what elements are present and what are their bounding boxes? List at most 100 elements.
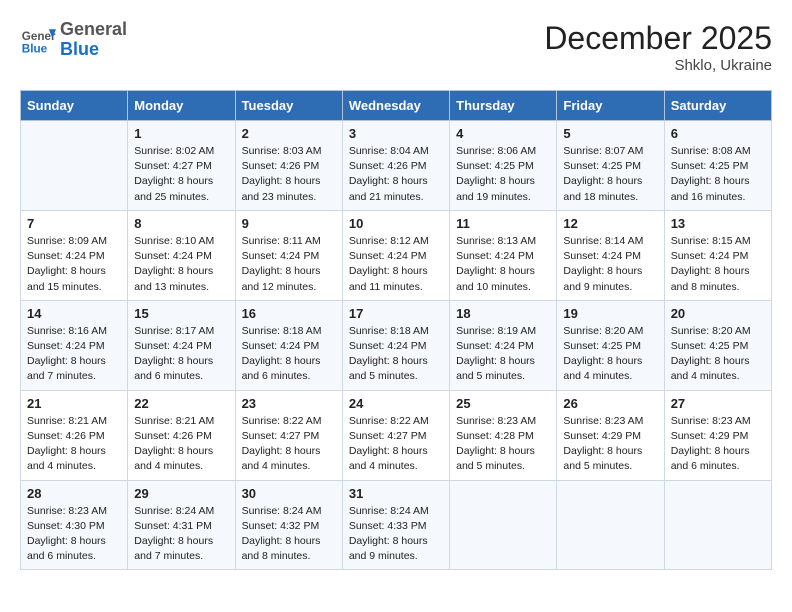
weekday-header: Wednesday xyxy=(342,91,449,121)
day-info: Sunrise: 8:21 AM Sunset: 4:26 PM Dayligh… xyxy=(27,414,121,475)
day-info: Sunrise: 8:22 AM Sunset: 4:27 PM Dayligh… xyxy=(242,414,336,475)
calendar-cell: 29 Sunrise: 8:24 AM Sunset: 4:31 PM Dayli… xyxy=(128,480,235,570)
day-number: 11 xyxy=(456,216,550,231)
day-info: Sunrise: 8:04 AM Sunset: 4:26 PM Dayligh… xyxy=(349,144,443,205)
location: Shklo, Ukraine xyxy=(544,57,772,74)
calendar-week-row: 1 Sunrise: 8:02 AM Sunset: 4:27 PM Daylig… xyxy=(21,121,772,211)
weekday-header: Tuesday xyxy=(235,91,342,121)
day-number: 19 xyxy=(563,306,657,321)
day-number: 4 xyxy=(456,126,550,141)
day-info: Sunrise: 8:14 AM Sunset: 4:24 PM Dayligh… xyxy=(563,234,657,295)
day-info: Sunrise: 8:12 AM Sunset: 4:24 PM Dayligh… xyxy=(349,234,443,295)
day-number: 24 xyxy=(349,396,443,411)
day-number: 2 xyxy=(242,126,336,141)
calendar-cell: 10 Sunrise: 8:12 AM Sunset: 4:24 PM Dayli… xyxy=(342,210,449,300)
calendar-cell: 4Sunrise: 8:06 AM Sunset: 4:25 PM Daylig… xyxy=(450,121,557,211)
weekday-header: Thursday xyxy=(450,91,557,121)
day-info: Sunrise: 8:23 AM Sunset: 4:29 PM Dayligh… xyxy=(563,414,657,475)
weekday-header-row: SundayMondayTuesdayWednesdayThursdayFrid… xyxy=(21,91,772,121)
day-info: Sunrise: 8:23 AM Sunset: 4:29 PM Dayligh… xyxy=(671,414,765,475)
day-info: Sunrise: 8:24 AM Sunset: 4:31 PM Dayligh… xyxy=(134,504,228,565)
day-info: Sunrise: 8:20 AM Sunset: 4:25 PM Dayligh… xyxy=(671,324,765,385)
weekday-header: Sunday xyxy=(21,91,128,121)
day-info: Sunrise: 8:02 AM Sunset: 4:27 PM Dayligh… xyxy=(134,144,228,205)
calendar-week-row: 14 Sunrise: 8:16 AM Sunset: 4:24 PM Dayli… xyxy=(21,300,772,390)
day-number: 17 xyxy=(349,306,443,321)
logo-general-text: General xyxy=(60,19,127,39)
day-number: 6 xyxy=(671,126,765,141)
calendar-cell: 31Sunrise: 8:24 AM Sunset: 4:33 PM Dayli… xyxy=(342,480,449,570)
calendar-cell: 12Sunrise: 8:14 AM Sunset: 4:24 PM Dayli… xyxy=(557,210,664,300)
logo-blue-text: Blue xyxy=(60,39,99,59)
day-info: Sunrise: 8:10 AM Sunset: 4:24 PM Dayligh… xyxy=(134,234,228,295)
day-number: 13 xyxy=(671,216,765,231)
day-info: Sunrise: 8:23 AM Sunset: 4:30 PM Dayligh… xyxy=(27,504,121,565)
weekday-header: Monday xyxy=(128,91,235,121)
day-info: Sunrise: 8:07 AM Sunset: 4:25 PM Dayligh… xyxy=(563,144,657,205)
calendar-cell: 25 Sunrise: 8:23 AM Sunset: 4:28 PM Dayli… xyxy=(450,390,557,480)
calendar-cell xyxy=(450,480,557,570)
day-number: 8 xyxy=(134,216,228,231)
calendar-cell: 9 Sunrise: 8:11 AM Sunset: 4:24 PM Daylig… xyxy=(235,210,342,300)
calendar-cell xyxy=(21,121,128,211)
logo: General Blue General Blue xyxy=(20,20,127,60)
calendar-cell: 21Sunrise: 8:21 AM Sunset: 4:26 PM Dayli… xyxy=(21,390,128,480)
title-block: December 2025 Shklo, Ukraine xyxy=(544,20,772,74)
calendar-cell: 27 Sunrise: 8:23 AM Sunset: 4:29 PM Dayli… xyxy=(664,390,771,480)
calendar-cell: 11 Sunrise: 8:13 AM Sunset: 4:24 PM Dayli… xyxy=(450,210,557,300)
calendar-cell: 8 Sunrise: 8:10 AM Sunset: 4:24 PM Daylig… xyxy=(128,210,235,300)
calendar-cell: 3 Sunrise: 8:04 AM Sunset: 4:26 PM Daylig… xyxy=(342,121,449,211)
calendar-cell: 19Sunrise: 8:20 AM Sunset: 4:25 PM Dayli… xyxy=(557,300,664,390)
day-number: 16 xyxy=(242,306,336,321)
calendar-cell: 17 Sunrise: 8:18 AM Sunset: 4:24 PM Dayli… xyxy=(342,300,449,390)
day-number: 15 xyxy=(134,306,228,321)
day-info: Sunrise: 8:11 AM Sunset: 4:24 PM Dayligh… xyxy=(242,234,336,295)
calendar-cell xyxy=(557,480,664,570)
calendar-cell: 5 Sunrise: 8:07 AM Sunset: 4:25 PM Daylig… xyxy=(557,121,664,211)
day-number: 10 xyxy=(349,216,443,231)
calendar-week-row: 28 Sunrise: 8:23 AM Sunset: 4:30 PM Dayli… xyxy=(21,480,772,570)
calendar-week-row: 21Sunrise: 8:21 AM Sunset: 4:26 PM Dayli… xyxy=(21,390,772,480)
day-number: 28 xyxy=(27,486,121,501)
day-info: Sunrise: 8:18 AM Sunset: 4:24 PM Dayligh… xyxy=(242,324,336,385)
weekday-header: Saturday xyxy=(664,91,771,121)
day-info: Sunrise: 8:18 AM Sunset: 4:24 PM Dayligh… xyxy=(349,324,443,385)
day-info: Sunrise: 8:24 AM Sunset: 4:33 PM Dayligh… xyxy=(349,504,443,565)
day-info: Sunrise: 8:23 AM Sunset: 4:28 PM Dayligh… xyxy=(456,414,550,475)
day-info: Sunrise: 8:03 AM Sunset: 4:26 PM Dayligh… xyxy=(242,144,336,205)
svg-text:Blue: Blue xyxy=(22,42,48,55)
day-number: 3 xyxy=(349,126,443,141)
day-number: 30 xyxy=(242,486,336,501)
calendar-cell: 26 Sunrise: 8:23 AM Sunset: 4:29 PM Dayli… xyxy=(557,390,664,480)
day-info: Sunrise: 8:24 AM Sunset: 4:32 PM Dayligh… xyxy=(242,504,336,565)
day-number: 14 xyxy=(27,306,121,321)
day-info: Sunrise: 8:08 AM Sunset: 4:25 PM Dayligh… xyxy=(671,144,765,205)
calendar-cell: 14 Sunrise: 8:16 AM Sunset: 4:24 PM Dayli… xyxy=(21,300,128,390)
calendar-cell: 15 Sunrise: 8:17 AM Sunset: 4:24 PM Dayli… xyxy=(128,300,235,390)
day-info: Sunrise: 8:19 AM Sunset: 4:24 PM Dayligh… xyxy=(456,324,550,385)
day-number: 26 xyxy=(563,396,657,411)
day-info: Sunrise: 8:13 AM Sunset: 4:24 PM Dayligh… xyxy=(456,234,550,295)
day-number: 1 xyxy=(134,126,228,141)
day-info: Sunrise: 8:09 AM Sunset: 4:24 PM Dayligh… xyxy=(27,234,121,295)
day-number: 25 xyxy=(456,396,550,411)
day-info: Sunrise: 8:16 AM Sunset: 4:24 PM Dayligh… xyxy=(27,324,121,385)
calendar-cell: 20Sunrise: 8:20 AM Sunset: 4:25 PM Dayli… xyxy=(664,300,771,390)
calendar-cell: 13Sunrise: 8:15 AM Sunset: 4:24 PM Dayli… xyxy=(664,210,771,300)
day-info: Sunrise: 8:17 AM Sunset: 4:24 PM Dayligh… xyxy=(134,324,228,385)
calendar-cell xyxy=(664,480,771,570)
weekday-header: Friday xyxy=(557,91,664,121)
page-header: General Blue General Blue December 2025 … xyxy=(20,20,772,74)
day-number: 27 xyxy=(671,396,765,411)
day-number: 5 xyxy=(563,126,657,141)
calendar-cell: 22Sunrise: 8:21 AM Sunset: 4:26 PM Dayli… xyxy=(128,390,235,480)
month-title: December 2025 xyxy=(544,20,772,57)
calendar-cell: 16 Sunrise: 8:18 AM Sunset: 4:24 PM Dayli… xyxy=(235,300,342,390)
day-number: 7 xyxy=(27,216,121,231)
day-number: 9 xyxy=(242,216,336,231)
calendar-cell: 6 Sunrise: 8:08 AM Sunset: 4:25 PM Daylig… xyxy=(664,121,771,211)
calendar-cell: 1 Sunrise: 8:02 AM Sunset: 4:27 PM Daylig… xyxy=(128,121,235,211)
day-number: 22 xyxy=(134,396,228,411)
calendar-cell: 30 Sunrise: 8:24 AM Sunset: 4:32 PM Dayli… xyxy=(235,480,342,570)
day-number: 29 xyxy=(134,486,228,501)
